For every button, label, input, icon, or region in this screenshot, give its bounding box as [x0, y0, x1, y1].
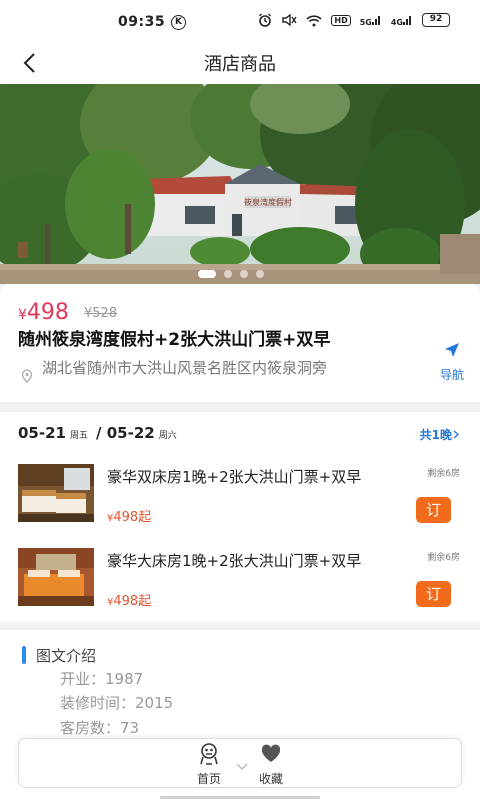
check-out-date: 05-22 [106, 424, 155, 442]
rooms-remaining: 剩余6房 [427, 469, 460, 479]
date-separator: / [96, 424, 102, 442]
status-bar: 09:35 K HD 5G 4G 92 [0, 0, 480, 44]
hd-badge: HD [331, 14, 351, 26]
signal-5g-icon: 5G [360, 14, 382, 27]
rooms-card: 05-21 周五 / 05-22 周六 共1晚 豪华双床房1晚+2张大洪山门票+双早 … [0, 412, 480, 622]
alarm-icon [259, 13, 272, 27]
navigation-label: 导航 [439, 368, 464, 382]
room-name: 豪华双床房1晚+2张大洪山门票+双早 [107, 468, 362, 486]
navigation-arrow-icon [445, 343, 459, 357]
room-name: 豪华大床房1晚+2张大洪山门票+双早 [107, 552, 362, 570]
check-in-date: 05-21 [18, 424, 66, 442]
page-title: 酒店商品 [204, 54, 276, 75]
rooms-remaining: 剩余6房 [427, 553, 460, 563]
chevron-right-icon [453, 430, 460, 439]
stay-dates[interactable]: 05-21 周五 / 05-22 周六 [18, 424, 185, 442]
location-pin-icon [21, 369, 33, 383]
book-button[interactable]: 订 [416, 581, 451, 607]
home-indicator[interactable] [160, 796, 320, 799]
intro-renovation: 装修时间：2015 [60, 694, 174, 712]
status-time: 09:35 [118, 14, 166, 30]
carousel-dots [198, 270, 264, 278]
nights-link[interactable]: 共1晚 [420, 426, 460, 443]
product-info-card: ¥498 ¥528 随州筱泉湾度假村+2张大洪山门票+双早 湖北省随州市大洪山风… [0, 284, 480, 402]
status-icons: HD 5G 4G 92 [258, 13, 450, 27]
room-price: ¥498起 [107, 594, 152, 609]
carousel-dot[interactable] [198, 270, 216, 278]
heart-icon [261, 744, 281, 762]
check-out-weekday: 周六 [158, 431, 177, 441]
product-name: 随州筱泉湾度假村+2张大洪山门票+双早 [18, 330, 331, 350]
intro-title: 图文介绍 [36, 647, 97, 665]
intro-room-count: 客房数：73 [60, 719, 140, 737]
room-item[interactable]: 豪华大床房1晚+2张大洪山门票+双早 ¥498起 剩余6房 订 [0, 548, 480, 620]
book-button[interactable]: 订 [416, 497, 451, 523]
tab-favorites-label: 收藏 [258, 772, 283, 786]
tab-favorites[interactable]: 收藏 [246, 743, 296, 787]
carousel-dot[interactable] [240, 270, 248, 278]
bottom-nav-bar: 首页 收藏 [18, 738, 462, 788]
carousel-dot[interactable] [224, 270, 232, 278]
original-price: ¥528 [84, 306, 118, 321]
hotel-sign-text: 筱泉湾度假村 [244, 197, 292, 207]
home-icon [200, 743, 218, 765]
room-photo [18, 548, 94, 606]
hotel-address: 湖北省随州市大洪山风景名胜区内筱泉洞旁 [42, 359, 328, 377]
navigation-button[interactable]: 导航 [430, 342, 474, 383]
room-item[interactable]: 豪华双床房1晚+2张大洪山门票+双早 ¥498起 剩余6房 订 [0, 464, 480, 536]
current-price: ¥498 [18, 300, 69, 325]
room-price: ¥498起 [107, 510, 152, 525]
tab-home[interactable]: 首页 [184, 743, 234, 787]
hotel-photo-carousel[interactable]: 筱泉湾度假村 [0, 84, 480, 284]
battery-icon: 92 [422, 13, 450, 27]
section-marker [22, 646, 26, 664]
wifi-icon [306, 14, 322, 26]
room-photo [18, 464, 94, 522]
tab-home-label: 首页 [196, 772, 221, 786]
signal-4g-icon: 4G [391, 14, 413, 27]
k-badge-icon: K [171, 15, 186, 30]
intro-opening: 开业：1987 [60, 670, 144, 688]
title-bar: 酒店商品 [0, 44, 480, 84]
carousel-dot[interactable] [256, 270, 264, 278]
check-in-weekday: 周五 [69, 431, 88, 441]
hotel-photo: 筱泉湾度假村 [0, 84, 480, 284]
mute-icon [282, 13, 297, 27]
